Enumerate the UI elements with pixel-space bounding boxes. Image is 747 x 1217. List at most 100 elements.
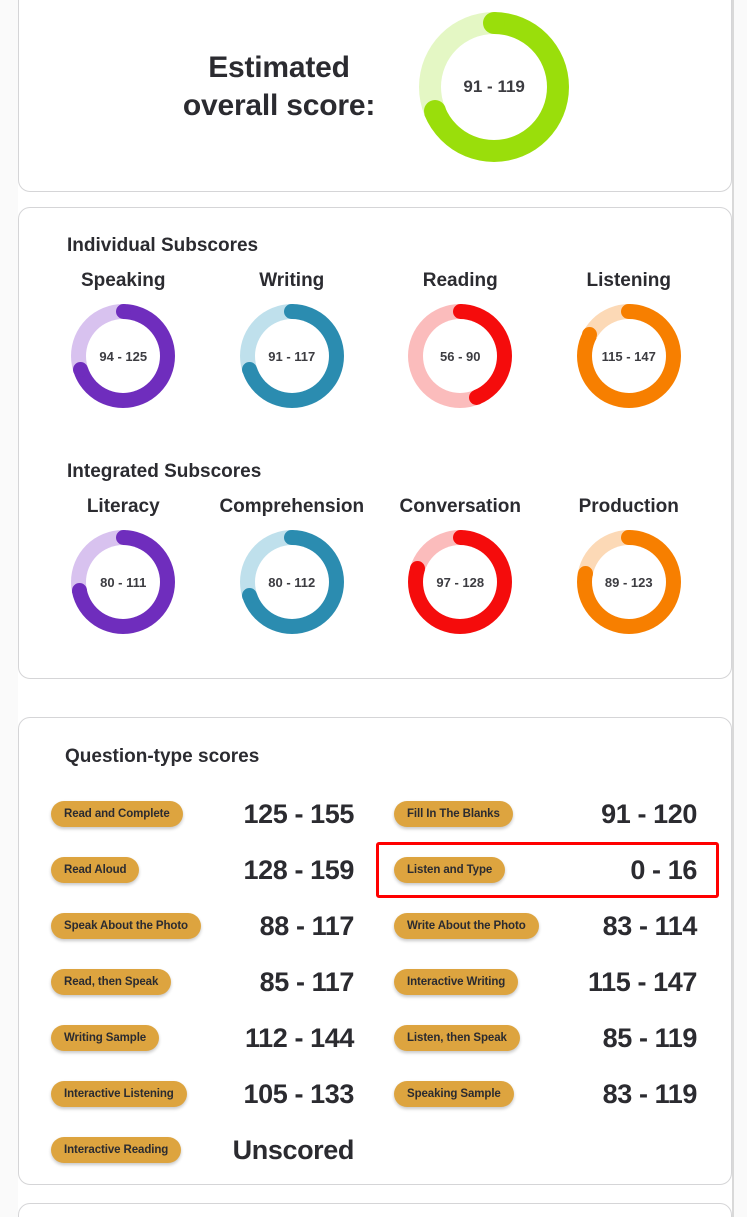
question-type-score: 83 - 119: [602, 1078, 698, 1109]
score-report-page: Estimated overall score: 91 - 119 Indivi…: [0, 0, 747, 1217]
question-type-pill[interactable]: Read, then Speak: [51, 969, 172, 995]
question-type-row[interactable]: Read Aloud 128 - 159: [33, 842, 376, 898]
subscore-label: Literacy: [86, 496, 160, 517]
question-type-pill[interactable]: Fill In The Blanks: [394, 801, 513, 827]
question-type-row[interactable]: Listen, then Speak 85 - 119: [376, 1010, 719, 1066]
question-type-title: Question-type scores: [65, 746, 260, 767]
ring-cap: [469, 389, 485, 405]
ring-cap: [241, 588, 257, 604]
subscore-cell-comprehension: Comprehension 80 - 112: [208, 496, 377, 634]
subscore-value: 89 - 123: [604, 574, 653, 590]
question-type-score: 91 - 120: [601, 798, 697, 829]
question-type-pill[interactable]: Writing Sample: [51, 1025, 160, 1051]
question-type-row[interactable]: Interactive Writing 115 - 147: [376, 954, 719, 1010]
subscore-label: Reading: [422, 270, 498, 291]
question-type-score: 105 - 133: [243, 1078, 355, 1109]
ring-cap: [577, 566, 593, 582]
question-type-pill[interactable]: Interactive Writing: [394, 969, 519, 995]
question-type-score: 83 - 114: [602, 910, 698, 941]
question-type-score: 85 - 117: [259, 966, 355, 997]
ring-cap: [483, 12, 506, 34]
overall-score-row: Estimated overall score: 91 - 119: [19, 0, 733, 174]
ring-cap: [241, 362, 257, 378]
question-type-row[interactable]: Writing Sample 112 - 144: [33, 1010, 376, 1066]
subscore-value: 56 - 90: [440, 348, 481, 364]
question-type-score: 85 - 119: [602, 1022, 698, 1053]
subscore-cell-speaking: Speaking 94 - 125: [39, 270, 208, 408]
question-type-pill[interactable]: Interactive Reading: [51, 1137, 182, 1163]
question-type-score: 0 - 16: [630, 854, 697, 885]
subscore-value: 80 - 111: [100, 574, 147, 590]
subscore-label: Conversation: [399, 496, 521, 517]
overall-score-card: Estimated overall score: 91 - 119: [18, 0, 732, 192]
ring-cap: [621, 304, 637, 319]
overall-label-line2: overall score:: [182, 89, 376, 122]
ring-cap: [284, 304, 300, 319]
overall-score-label: Estimated overall score:: [182, 49, 376, 126]
subscore-cell-writing: Writing 91 - 117: [208, 270, 377, 408]
ring-cap: [73, 362, 89, 378]
question-type-row[interactable]: Speaking Sample 83 - 119: [376, 1066, 719, 1122]
question-type-score: 112 - 144: [244, 1022, 354, 1053]
ring-cap: [452, 304, 468, 319]
integrated-subscores-title: Integrated Subscores: [67, 461, 262, 482]
ring-cap: [452, 530, 468, 545]
overall-score-value: 91 - 119: [463, 77, 525, 96]
subscore-cell-reading: Reading 56 - 90: [376, 270, 545, 408]
question-type-row[interactable]: Interactive Reading Unscored: [33, 1122, 376, 1178]
question-type-score: 115 - 147: [587, 966, 697, 997]
individual-subscores-grid: Speaking 94 - 125 Writing 91 - 117 Reading 56…: [39, 270, 713, 408]
question-type-pill[interactable]: Write About the Photo: [394, 913, 539, 939]
page-gutter-right: [733, 0, 747, 1217]
question-type-pill[interactable]: Interactive Listening: [51, 1081, 187, 1107]
question-type-right-column: Fill In The Blanks 91 - 120 Listen and Typ…: [376, 786, 719, 1178]
subscores-card: Individual Subscores Speaking 94 - 125 Wri…: [18, 207, 732, 679]
ring-cap: [72, 582, 88, 598]
subscore-value: 94 - 125: [99, 348, 148, 364]
ring-cap: [621, 530, 637, 545]
subscore-cell-listening: Listening 115 - 147: [545, 270, 714, 408]
question-type-pill[interactable]: Speak About the Photo: [51, 913, 201, 939]
question-type-row[interactable]: Interactive Listening 105 - 133: [33, 1066, 376, 1122]
subscore-ring-writing: 91 - 117: [239, 304, 344, 408]
question-type-row[interactable]: Read, then Speak 85 - 117: [33, 954, 376, 1010]
subscore-value: 91 - 117: [268, 348, 316, 364]
overall-score-ring: 91 - 119: [419, 12, 570, 162]
question-type-row[interactable]: Read and Complete 125 - 155: [33, 786, 376, 842]
subscore-label: Comprehension: [219, 496, 365, 517]
subscore-ring-literacy: 80 - 111: [71, 530, 176, 634]
question-type-score: Unscored: [232, 1134, 355, 1165]
subscore-ring-listening: 115 - 147: [576, 304, 681, 408]
ring-cap: [284, 530, 300, 545]
subscore-ring-conversation: 97 - 128: [408, 530, 513, 634]
subscore-value: 97 - 128: [436, 574, 485, 590]
question-type-pill[interactable]: Read Aloud: [51, 857, 140, 883]
question-type-left-column: Read and Complete 125 - 155 Read Aloud 128 …: [33, 786, 376, 1178]
question-type-scores-card: Question-type scores Read and Complete 12…: [18, 717, 732, 1185]
page-gutter-left: [0, 0, 18, 1217]
ring-cap: [115, 530, 131, 545]
individual-subscores-title: Individual Subscores: [67, 235, 259, 256]
question-type-row[interactable]: Speak About the Photo 88 - 117: [33, 898, 376, 954]
question-type-pill[interactable]: Read and Complete: [51, 801, 183, 827]
question-type-row[interactable]: Write About the Photo 83 - 114: [376, 898, 719, 954]
overall-label-line1: Estimated: [208, 50, 350, 84]
subscore-label: Writing: [259, 270, 325, 291]
question-type-score: 125 - 155: [243, 798, 355, 829]
question-type-pill[interactable]: Listen and Type: [394, 857, 506, 883]
subscore-value: 115 - 147: [601, 348, 656, 364]
subscore-ring-comprehension: 80 - 112: [239, 530, 344, 634]
question-type-row-highlighted[interactable]: Listen and Type 0 - 16: [376, 842, 719, 898]
question-type-columns: Read and Complete 125 - 155 Read Aloud 128 …: [33, 786, 719, 1178]
question-type-pill[interactable]: Listen, then Speak: [394, 1025, 520, 1051]
next-section-card: [18, 1203, 732, 1217]
subscore-ring-reading: 56 - 90: [408, 304, 513, 408]
subscore-label: Listening: [586, 270, 671, 291]
question-type-pill[interactable]: Speaking Sample: [394, 1081, 514, 1107]
subscore-value: 80 - 112: [268, 574, 316, 590]
question-type-row[interactable]: Fill In The Blanks 91 - 120: [376, 786, 719, 842]
subscore-ring-production: 89 - 123: [576, 530, 681, 634]
subscore-ring-speaking: 94 - 125: [71, 304, 176, 408]
vertical-scrollbar[interactable]: [732, 0, 734, 1217]
subscore-label: Production: [578, 496, 679, 517]
